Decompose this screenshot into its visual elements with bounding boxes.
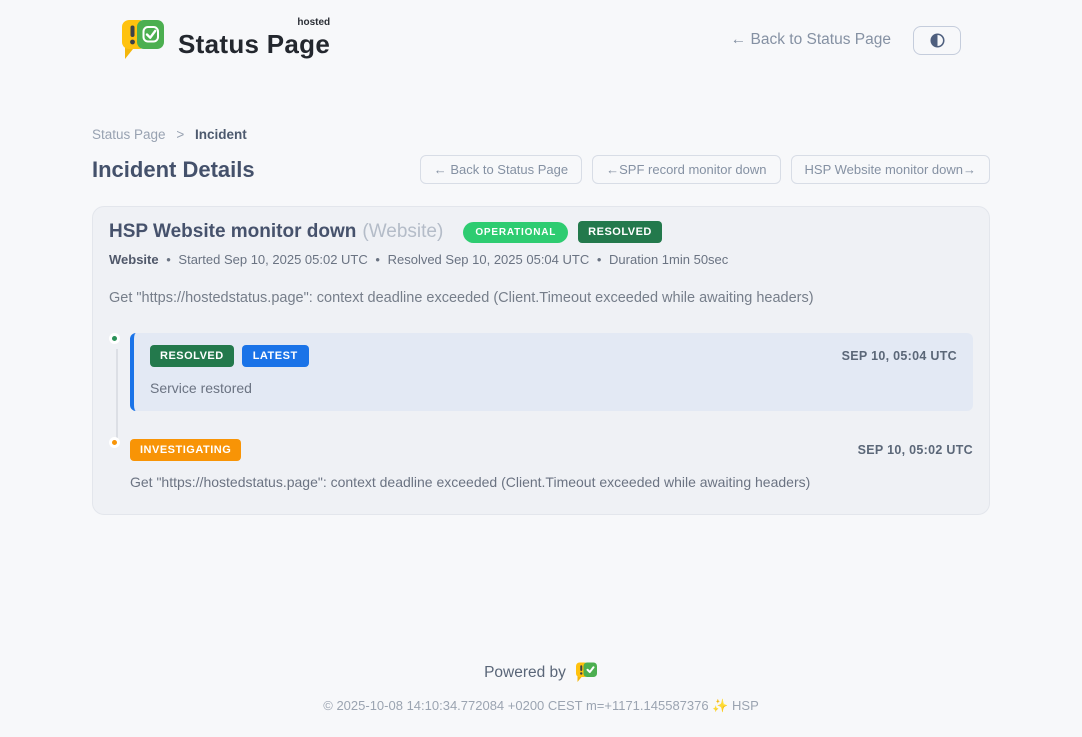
timeline-badges-row: RESOLVED LATEST SEP 10, 05:04 UTC bbox=[150, 345, 957, 367]
title-row: Incident Details ← Back to Status Page ←… bbox=[92, 155, 990, 184]
back-to-status-page-button[interactable]: ← Back to Status Page bbox=[420, 155, 582, 184]
investigating-badge: INVESTIGATING bbox=[130, 439, 241, 461]
prev-incident-button[interactable]: ←SPF record monitor down bbox=[592, 155, 780, 184]
incident-card-header: HSP Website monitor down (Website) OPERA… bbox=[109, 221, 973, 243]
page-title: Incident Details bbox=[92, 157, 255, 183]
powered-by-label: Powered by bbox=[484, 664, 566, 682]
theme-toggle-button[interactable] bbox=[913, 26, 961, 55]
operational-status-badge: OPERATIONAL bbox=[463, 222, 568, 243]
footer: Powered by © 2025-10-08 14:10:34.772084 … bbox=[0, 662, 1082, 714]
timeline-item-investigating: INVESTIGATING SEP 10, 05:02 UTC Get "htt… bbox=[109, 437, 973, 490]
latest-badge: LATEST bbox=[242, 345, 309, 367]
timeline-message: Get "https://hostedstatus.page": context… bbox=[130, 474, 973, 490]
powered-by: Powered by bbox=[0, 662, 1082, 683]
incident-nav-buttons: ← Back to Status Page ←SPF record monito… bbox=[420, 155, 990, 184]
meta-bullet: • bbox=[166, 252, 171, 267]
incident-meta-component: Website bbox=[109, 252, 159, 267]
brand-hosted-label: hosted bbox=[297, 17, 330, 28]
resolved-badge: RESOLVED bbox=[150, 345, 234, 367]
copyright-text: © 2025-10-08 14:10:34.772084 +0200 CEST … bbox=[0, 698, 1082, 714]
timeline-timestamp: SEP 10, 05:04 UTC bbox=[842, 349, 957, 363]
back-to-status-page-link[interactable]: ← Back to Status Page bbox=[731, 31, 891, 49]
timeline-entry-latest: RESOLVED LATEST SEP 10, 05:04 UTC Servic… bbox=[130, 333, 973, 411]
timeline-timestamp: SEP 10, 05:02 UTC bbox=[858, 443, 973, 457]
header: hosted Status Page ← Back to Status Page bbox=[0, 0, 1082, 80]
timeline-badges-row: INVESTIGATING SEP 10, 05:02 UTC bbox=[130, 439, 973, 461]
incident-meta-started: Started Sep 10, 2025 05:02 UTC bbox=[178, 252, 367, 267]
incident-meta: Website • Started Sep 10, 2025 05:02 UTC… bbox=[109, 252, 973, 267]
hsp-mini-logo-icon bbox=[575, 662, 598, 683]
breadcrumb-incident: Incident bbox=[195, 127, 247, 142]
breadcrumb-status-page[interactable]: Status Page bbox=[92, 127, 166, 142]
timeline-dot-resolved bbox=[109, 333, 120, 344]
resolved-status-badge: RESOLVED bbox=[578, 221, 662, 243]
meta-bullet: • bbox=[375, 252, 380, 267]
incident-timeline: RESOLVED LATEST SEP 10, 05:04 UTC Servic… bbox=[109, 333, 973, 490]
brand-logo[interactable]: hosted Status Page bbox=[120, 19, 330, 61]
brand-name: Status Page bbox=[178, 29, 330, 59]
header-actions: ← Back to Status Page bbox=[731, 26, 961, 55]
timeline-dot-investigating bbox=[109, 437, 120, 448]
meta-bullet: • bbox=[597, 252, 602, 267]
timeline-entry-investigating: INVESTIGATING SEP 10, 05:02 UTC Get "htt… bbox=[130, 437, 973, 490]
status-page-app: hosted Status Page ← Back to Status Page… bbox=[0, 0, 1082, 737]
breadcrumb-separator: > bbox=[176, 127, 184, 142]
incident-description: Get "https://hostedstatus.page": context… bbox=[109, 290, 973, 306]
half-circle-theme-icon bbox=[929, 32, 946, 49]
timeline-item-resolved: RESOLVED LATEST SEP 10, 05:04 UTC Servic… bbox=[109, 333, 973, 411]
next-incident-button[interactable]: HSP Website monitor down→ bbox=[791, 155, 990, 184]
incident-card: HSP Website monitor down (Website) OPERA… bbox=[92, 206, 990, 515]
timeline-connector-line bbox=[116, 349, 118, 441]
incident-meta-resolved: Resolved Sep 10, 2025 05:04 UTC bbox=[388, 252, 590, 267]
incident-meta-duration: Duration 1min 50sec bbox=[609, 252, 728, 267]
timeline-message: Service restored bbox=[150, 380, 957, 396]
incident-component: (Website) bbox=[362, 221, 443, 243]
status-page-logo-icon bbox=[120, 19, 166, 61]
breadcrumb: Status Page > Incident bbox=[92, 127, 990, 142]
incident-title: HSP Website monitor down bbox=[109, 221, 356, 243]
